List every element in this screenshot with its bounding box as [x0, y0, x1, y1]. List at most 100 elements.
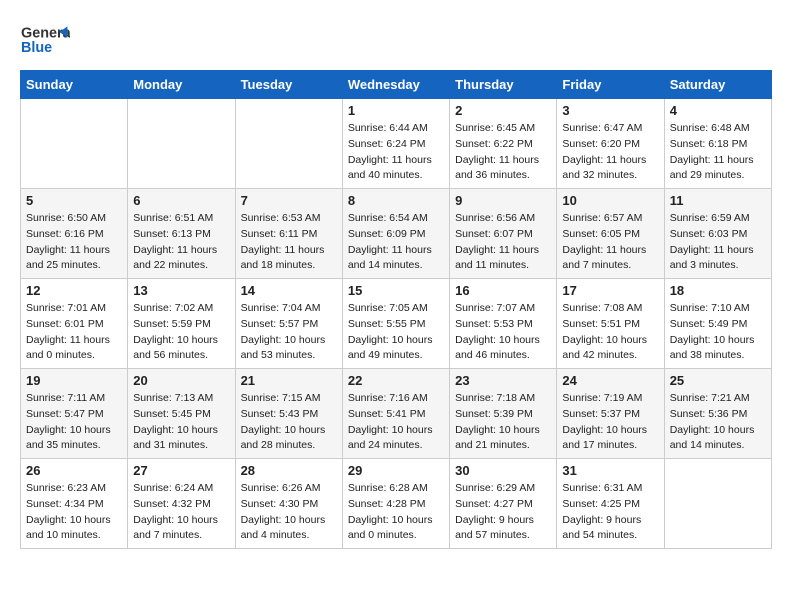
day-number: 14 [241, 283, 337, 298]
day-number: 26 [26, 463, 122, 478]
calendar-week-1: 1Sunrise: 6:44 AMSunset: 6:24 PMDaylight… [21, 99, 772, 189]
day-number: 5 [26, 193, 122, 208]
logo-icon: General Blue [20, 20, 70, 60]
weekday-header-sunday: Sunday [21, 71, 128, 99]
weekday-header-saturday: Saturday [664, 71, 771, 99]
calendar-cell: 5 Sunrise: 6:50 AMSunset: 6:16 PMDaylight… [21, 189, 128, 279]
calendar-cell: 26 Sunrise: 6:23 AMSunset: 4:34 PMDayligh… [21, 459, 128, 549]
calendar-cell: 6 Sunrise: 6:51 AMSunset: 6:13 PMDaylight… [128, 189, 235, 279]
day-number: 6 [133, 193, 229, 208]
day-info: Sunrise: 6:56 AMSunset: 6:07 PMDaylight:… [455, 211, 551, 274]
day-info: Sunrise: 6:50 AMSunset: 6:16 PMDaylight:… [26, 211, 122, 274]
calendar-cell: 8 Sunrise: 6:54 AMSunset: 6:09 PMDaylight… [342, 189, 449, 279]
calendar-cell: 18 Sunrise: 7:10 AMSunset: 5:49 PMDayligh… [664, 279, 771, 369]
calendar-cell: 1Sunrise: 6:44 AMSunset: 6:24 PMDaylight… [342, 99, 449, 189]
day-info: Sunrise: 6:59 AMSunset: 6:03 PMDaylight:… [670, 211, 766, 274]
calendar-cell [664, 459, 771, 549]
day-info: Sunrise: 7:15 AMSunset: 5:43 PMDaylight:… [241, 391, 337, 454]
calendar-cell: 11 Sunrise: 6:59 AMSunset: 6:03 PMDayligh… [664, 189, 771, 279]
weekday-header-tuesday: Tuesday [235, 71, 342, 99]
calendar-cell: 20 Sunrise: 7:13 AMSunset: 5:45 PMDayligh… [128, 369, 235, 459]
svg-text:Blue: Blue [21, 40, 52, 56]
calendar-cell [128, 99, 235, 189]
day-number: 3 [562, 103, 658, 118]
day-info: Sunrise: 6:23 AMSunset: 4:34 PMDaylight:… [26, 481, 122, 544]
day-info: Sunrise: 7:08 AMSunset: 5:51 PMDaylight:… [562, 301, 658, 364]
day-info: Sunrise: 6:24 AMSunset: 4:32 PMDaylight:… [133, 481, 229, 544]
day-number: 27 [133, 463, 229, 478]
day-number: 21 [241, 373, 337, 388]
day-number: 22 [348, 373, 444, 388]
calendar-table: SundayMondayTuesdayWednesdayThursdayFrid… [20, 70, 772, 549]
calendar-cell: 17 Sunrise: 7:08 AMSunset: 5:51 PMDayligh… [557, 279, 664, 369]
day-info: Sunrise: 6:53 AMSunset: 6:11 PMDaylight:… [241, 211, 337, 274]
calendar-cell: 27 Sunrise: 6:24 AMSunset: 4:32 PMDayligh… [128, 459, 235, 549]
calendar-cell: 4 Sunrise: 6:48 AMSunset: 6:18 PMDaylight… [664, 99, 771, 189]
day-number: 25 [670, 373, 766, 388]
calendar-cell: 16Sunrise: 7:07 AMSunset: 5:53 PMDayligh… [450, 279, 557, 369]
calendar-week-5: 26 Sunrise: 6:23 AMSunset: 4:34 PMDayligh… [21, 459, 772, 549]
day-number: 15 [348, 283, 444, 298]
day-number: 24 [562, 373, 658, 388]
day-info: Sunrise: 7:13 AMSunset: 5:45 PMDaylight:… [133, 391, 229, 454]
day-info: Sunrise: 6:51 AMSunset: 6:13 PMDaylight:… [133, 211, 229, 274]
calendar-week-4: 19Sunrise: 7:11 AMSunset: 5:47 PMDayligh… [21, 369, 772, 459]
day-number: 4 [670, 103, 766, 118]
calendar-cell: 15 Sunrise: 7:05 AMSunset: 5:55 PMDayligh… [342, 279, 449, 369]
calendar-cell: 2 Sunrise: 6:45 AMSunset: 6:22 PMDaylight… [450, 99, 557, 189]
page-header: General Blue [20, 20, 772, 60]
day-info: Sunrise: 7:05 AMSunset: 5:55 PMDaylight:… [348, 301, 444, 364]
logo: General Blue [20, 20, 70, 60]
calendar-cell: 21 Sunrise: 7:15 AMSunset: 5:43 PMDayligh… [235, 369, 342, 459]
day-info: Sunrise: 6:45 AMSunset: 6:22 PMDaylight:… [455, 121, 551, 184]
calendar-cell: 9 Sunrise: 6:56 AMSunset: 6:07 PMDaylight… [450, 189, 557, 279]
day-number: 23 [455, 373, 551, 388]
day-number: 31 [562, 463, 658, 478]
day-info: Sunrise: 6:47 AMSunset: 6:20 PMDaylight:… [562, 121, 658, 184]
day-info: Sunrise: 7:10 AMSunset: 5:49 PMDaylight:… [670, 301, 766, 364]
weekday-header-row: SundayMondayTuesdayWednesdayThursdayFrid… [21, 71, 772, 99]
day-number: 17 [562, 283, 658, 298]
day-info: Sunrise: 7:21 AMSunset: 5:36 PMDaylight:… [670, 391, 766, 454]
day-number: 16 [455, 283, 551, 298]
day-number: 18 [670, 283, 766, 298]
day-info: Sunrise: 6:28 AMSunset: 4:28 PMDaylight:… [348, 481, 444, 544]
calendar-cell [21, 99, 128, 189]
calendar-cell: 10 Sunrise: 6:57 AMSunset: 6:05 PMDayligh… [557, 189, 664, 279]
day-info: Sunrise: 6:44 AMSunset: 6:24 PMDaylight:… [348, 121, 444, 184]
day-number: 20 [133, 373, 229, 388]
day-info: Sunrise: 6:29 AMSunset: 4:27 PMDaylight:… [455, 481, 551, 544]
calendar-cell: 22Sunrise: 7:16 AMSunset: 5:41 PMDayligh… [342, 369, 449, 459]
day-info: Sunrise: 7:02 AMSunset: 5:59 PMDaylight:… [133, 301, 229, 364]
day-number: 10 [562, 193, 658, 208]
day-number: 8 [348, 193, 444, 208]
day-number: 28 [241, 463, 337, 478]
day-info: Sunrise: 7:04 AMSunset: 5:57 PMDaylight:… [241, 301, 337, 364]
day-info: Sunrise: 6:54 AMSunset: 6:09 PMDaylight:… [348, 211, 444, 274]
weekday-header-friday: Friday [557, 71, 664, 99]
day-info: Sunrise: 6:48 AMSunset: 6:18 PMDaylight:… [670, 121, 766, 184]
calendar-cell: 7Sunrise: 6:53 AMSunset: 6:11 PMDaylight… [235, 189, 342, 279]
day-info: Sunrise: 6:26 AMSunset: 4:30 PMDaylight:… [241, 481, 337, 544]
calendar-cell: 12 Sunrise: 7:01 AMSunset: 6:01 PMDayligh… [21, 279, 128, 369]
day-number: 12 [26, 283, 122, 298]
day-number: 29 [348, 463, 444, 478]
day-info: Sunrise: 7:19 AMSunset: 5:37 PMDaylight:… [562, 391, 658, 454]
calendar-cell: 28 Sunrise: 6:26 AMSunset: 4:30 PMDayligh… [235, 459, 342, 549]
calendar-cell: 3 Sunrise: 6:47 AMSunset: 6:20 PMDaylight… [557, 99, 664, 189]
weekday-header-thursday: Thursday [450, 71, 557, 99]
day-number: 11 [670, 193, 766, 208]
day-info: Sunrise: 6:57 AMSunset: 6:05 PMDaylight:… [562, 211, 658, 274]
calendar-cell: 19Sunrise: 7:11 AMSunset: 5:47 PMDayligh… [21, 369, 128, 459]
calendar-week-2: 5 Sunrise: 6:50 AMSunset: 6:16 PMDaylight… [21, 189, 772, 279]
calendar-cell: 30Sunrise: 6:29 AMSunset: 4:27 PMDayligh… [450, 459, 557, 549]
calendar-cell: 13Sunrise: 7:02 AMSunset: 5:59 PMDayligh… [128, 279, 235, 369]
weekday-header-monday: Monday [128, 71, 235, 99]
calendar-week-3: 12 Sunrise: 7:01 AMSunset: 6:01 PMDayligh… [21, 279, 772, 369]
calendar-cell: 23Sunrise: 7:18 AMSunset: 5:39 PMDayligh… [450, 369, 557, 459]
calendar-cell: 31 Sunrise: 6:31 AMSunset: 4:25 PMDayligh… [557, 459, 664, 549]
day-info: Sunrise: 7:01 AMSunset: 6:01 PMDaylight:… [26, 301, 122, 364]
day-number: 9 [455, 193, 551, 208]
day-info: Sunrise: 6:31 AMSunset: 4:25 PMDaylight:… [562, 481, 658, 544]
day-number: 2 [455, 103, 551, 118]
